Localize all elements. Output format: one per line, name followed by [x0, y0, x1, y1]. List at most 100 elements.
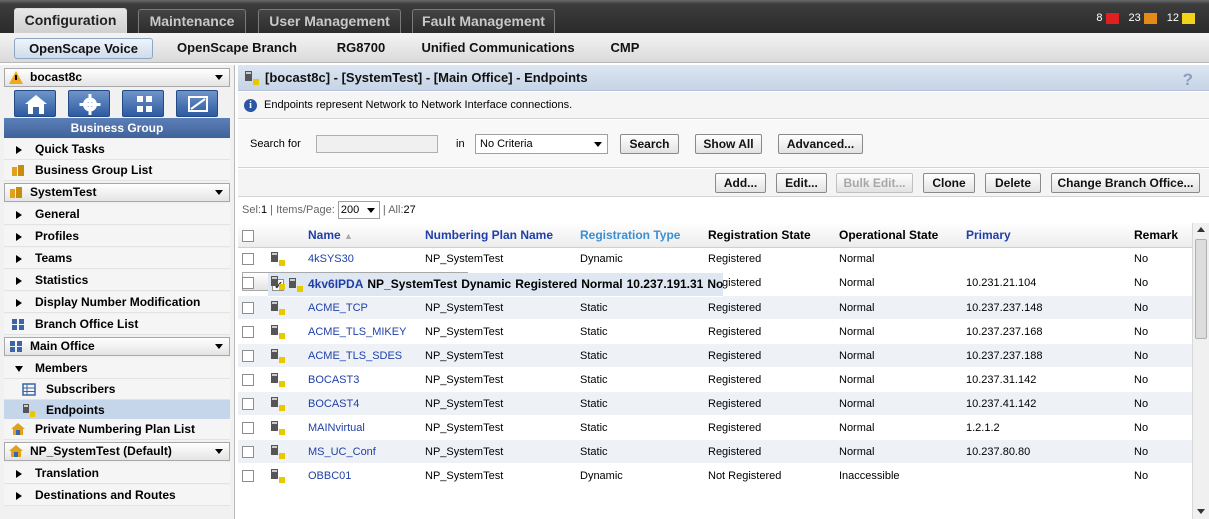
row-checkbox[interactable]	[242, 301, 254, 314]
items-per-page-select[interactable]: 200	[337, 201, 380, 220]
table-row[interactable]: MS_UC_Conf NP_SystemTest Static Registered N…	[238, 439, 1192, 464]
tab-openscape-branch[interactable]: OpenScape Branch	[166, 38, 308, 59]
row-checkbox[interactable]	[242, 445, 254, 458]
table-row[interactable]: 4kSYS30 NP_SystemTest Dynamic Registered Nor…	[238, 247, 1192, 272]
alarm-summary[interactable]: 8 23 12	[1086, 12, 1195, 24]
row-checkbox[interactable]	[242, 349, 254, 362]
scroll-down-icon[interactable]	[1197, 509, 1205, 514]
row-checkbox[interactable]	[242, 253, 254, 266]
sidebar-item-profiles[interactable]: Profiles	[4, 226, 230, 247]
endpoint-name-link[interactable]: MAINvirtual	[308, 422, 365, 434]
cell-name[interactable]: OBBC01	[304, 463, 421, 488]
row-select-cell[interactable]	[238, 295, 266, 320]
cell-name[interactable]: 4kv6IPDA	[304, 272, 364, 297]
row-select-cell[interactable]	[238, 343, 266, 368]
sidebar-item-statistics[interactable]: Statistics	[4, 270, 230, 291]
table-row[interactable]: BOCAST3 NP_SystemTest Static Registered Norm…	[238, 367, 1192, 392]
select-all-header[interactable]	[238, 223, 266, 248]
endpoint-name-link[interactable]: BOCAST4	[308, 398, 359, 410]
endpoint-name-link[interactable]: ACME_TCP	[308, 302, 368, 314]
table-row[interactable]: ACME_TLS_SDES NP_SystemTest Static Register…	[238, 343, 1192, 368]
help-icon[interactable]: ?	[1183, 67, 1193, 93]
row-select-cell[interactable]	[238, 319, 266, 344]
tab-unified-communications[interactable]: Unified Communications	[414, 38, 582, 59]
search-input[interactable]	[316, 135, 438, 153]
column-header-primary[interactable]: Primary	[962, 223, 1130, 248]
endpoint-name-link[interactable]: 4kv6IPDA	[308, 277, 363, 291]
sidebar-item-private-numbering-plan-list[interactable]: Private Numbering Plan List	[4, 419, 230, 440]
add-button[interactable]: Add...	[715, 173, 766, 193]
numbering-plan-select[interactable]: NP_SystemTest (Default)	[4, 442, 230, 461]
tab-cmp[interactable]: CMP	[600, 38, 650, 59]
scrollbar-thumb[interactable]	[1195, 239, 1207, 339]
table-row[interactable]: ACME_TLS_MIKEY NP_SystemTest Static Registe…	[238, 319, 1192, 344]
tools-button[interactable]	[176, 90, 218, 117]
row-checkbox[interactable]	[242, 277, 254, 290]
row-checkbox[interactable]	[242, 373, 254, 386]
row-select-cell[interactable]	[238, 463, 266, 488]
column-header-registration-type[interactable]: Registration Type	[576, 223, 704, 248]
endpoint-name-link[interactable]: MS_UC_Conf	[308, 446, 376, 458]
cell-name[interactable]: MS_UC_Conf	[304, 439, 421, 464]
sidebar-item-branch-office-list[interactable]: Branch Office List	[4, 314, 230, 335]
tab-fault-management[interactable]: Fault Management	[412, 9, 555, 33]
advanced-button[interactable]: Advanced...	[778, 134, 863, 154]
endpoint-name-link[interactable]: BOCAST3	[308, 374, 359, 386]
network-button[interactable]	[122, 90, 164, 117]
tab-openscape-voice[interactable]: OpenScape Voice	[14, 38, 153, 59]
row-checkbox[interactable]	[242, 469, 254, 482]
sidebar-item-endpoints[interactable]: Endpoints	[4, 400, 230, 421]
row-select-cell[interactable]	[238, 439, 266, 464]
clone-button[interactable]: Clone	[923, 173, 975, 193]
column-header-registration-state[interactable]: Registration State	[704, 223, 835, 248]
tab-maintenance[interactable]: Maintenance	[138, 9, 246, 33]
column-header-numbering-plan-name[interactable]: Numbering Plan Name	[421, 223, 576, 248]
tab-rg8700[interactable]: RG8700	[326, 38, 396, 59]
business-group-select[interactable]: SystemTest	[4, 183, 230, 202]
show-all-button[interactable]: Show All	[695, 134, 762, 154]
column-header-name[interactable]: Name ▲	[304, 223, 421, 248]
column-header-operational-state[interactable]: Operational State	[835, 223, 962, 248]
endpoint-name-link[interactable]: ACME_TLS_SDES	[308, 350, 402, 362]
table-row[interactable]: ACME_TCP NP_SystemTest Static Registered Nor…	[238, 295, 1192, 320]
delete-button[interactable]: Delete	[985, 173, 1041, 193]
branch-office-select[interactable]: Main Office	[4, 337, 230, 356]
row-checkbox[interactable]	[242, 421, 254, 434]
search-button[interactable]: Search	[620, 134, 679, 154]
sidebar-item-general[interactable]: General	[4, 204, 230, 225]
vertical-scrollbar[interactable]	[1192, 223, 1209, 519]
column-header-remark[interactable]: Remark	[1130, 223, 1192, 248]
row-checkbox[interactable]	[242, 325, 254, 338]
endpoint-name-link[interactable]: OBBC01	[308, 470, 351, 482]
sidebar-item-translation[interactable]: Translation	[4, 463, 230, 484]
edit-button[interactable]: Edit...	[776, 173, 827, 193]
home-button[interactable]	[14, 90, 56, 117]
tab-user-management[interactable]: User Management	[258, 9, 401, 33]
sidebar-item-subscribers[interactable]: Subscribers	[4, 379, 230, 400]
select-all-checkbox[interactable]	[242, 229, 254, 242]
settings-button[interactable]	[68, 90, 110, 117]
endpoint-name-link[interactable]: ACME_TLS_MIKEY	[308, 326, 406, 338]
sidebar-item-business-group-list[interactable]: Business Group List	[4, 160, 230, 181]
row-checkbox[interactable]	[242, 397, 254, 410]
endpoint-name-link[interactable]: 4kSYS30	[308, 253, 354, 265]
row-select-cell[interactable]	[238, 391, 266, 416]
sidebar-item-teams[interactable]: Teams	[4, 248, 230, 269]
cell-name[interactable]: 4kSYS30	[304, 247, 421, 272]
system-select[interactable]: bocast8c	[4, 68, 230, 87]
scroll-up-icon[interactable]	[1197, 227, 1205, 232]
table-row[interactable]: MAINvirtual NP_SystemTest Static Registered…	[238, 415, 1192, 440]
sidebar-item-quick-tasks[interactable]: Quick Tasks	[4, 139, 230, 160]
cell-name[interactable]: MAINvirtual	[304, 415, 421, 440]
table-row[interactable]: OBBC01 NP_SystemTest Dynamic Not Registered…	[238, 463, 1192, 488]
sidebar-item-display-number-modification[interactable]: Display Number Modification	[4, 292, 230, 313]
cell-name[interactable]: ACME_TLS_SDES	[304, 343, 421, 368]
cell-name[interactable]: ACME_TCP	[304, 295, 421, 320]
cell-name[interactable]: ACME_TLS_MIKEY	[304, 319, 421, 344]
change-branch-office-button[interactable]: Change Branch Office...	[1051, 173, 1200, 193]
tab-configuration[interactable]: Configuration	[14, 8, 127, 33]
bulk-edit-button[interactable]: Bulk Edit...	[836, 173, 913, 193]
row-select-cell[interactable]	[238, 415, 266, 440]
criteria-select[interactable]: No Criteria	[475, 134, 608, 154]
table-row[interactable]: BOCAST4 NP_SystemTest Static Registered Norm…	[238, 391, 1192, 416]
